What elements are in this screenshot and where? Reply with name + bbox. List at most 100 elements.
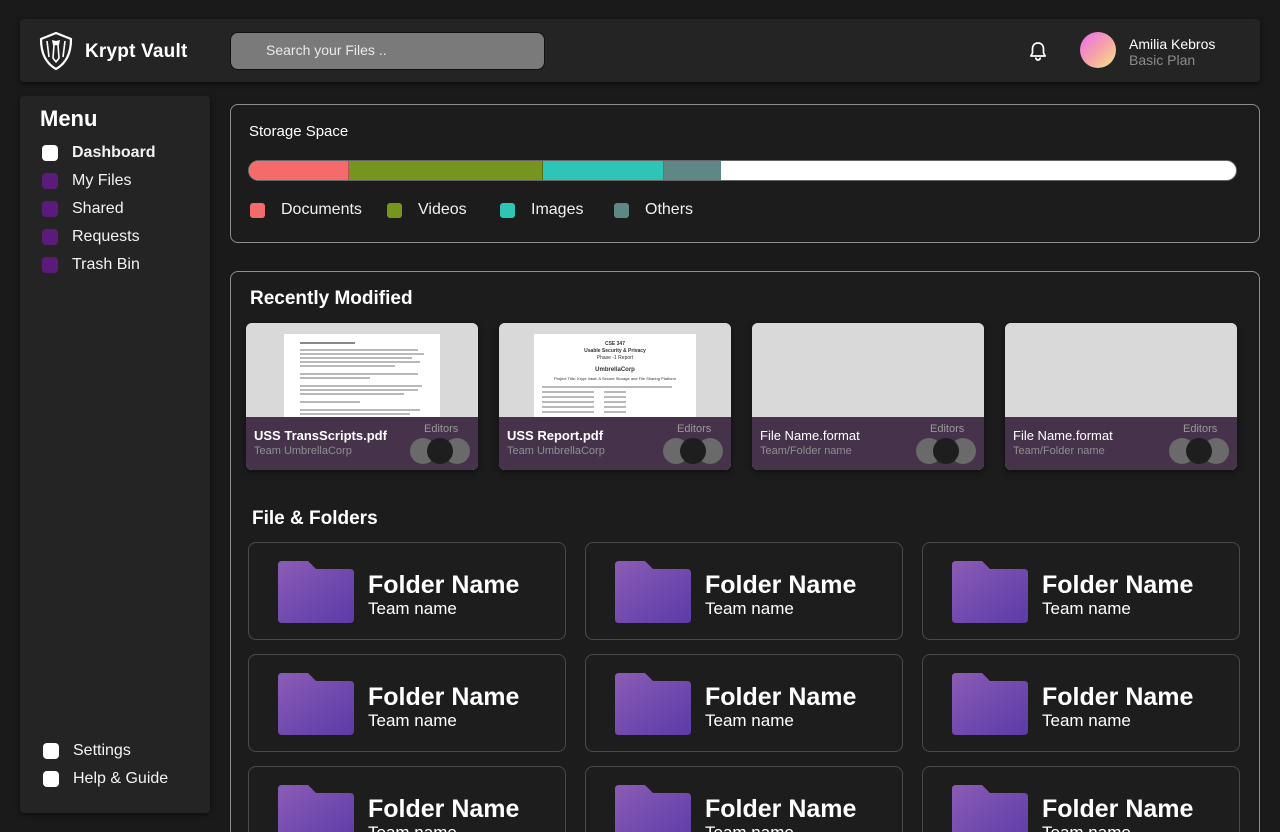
user-avatar[interactable] <box>1080 32 1116 68</box>
file-preview: CSE 347 Usable Security & Privacy Phase … <box>499 323 731 417</box>
sidebar-item-label: Dashboard <box>72 144 156 161</box>
notification-bell-icon[interactable] <box>1027 40 1049 62</box>
folder-name: Folder Name <box>705 683 857 711</box>
folder-name: Folder Name <box>368 795 520 823</box>
file-team: Team UmbrellaCorp <box>507 445 605 457</box>
document-thumbnail: CSE 347 Usable Security & Privacy Phase … <box>534 334 696 417</box>
sidebar-item-requests[interactable]: Requests <box>42 227 140 247</box>
recent-file-card[interactable]: CSE 347 Usable Security & Privacy Phase … <box>499 323 731 470</box>
folder-icon <box>952 561 1028 623</box>
folder-name: Folder Name <box>368 571 520 599</box>
editors-avatars <box>410 438 470 464</box>
legend-images: Images <box>500 200 583 220</box>
editors-label: Editors <box>424 423 459 435</box>
file-team: Team/Folder name <box>1013 445 1105 457</box>
folder-card[interactable]: Folder NameTeam name <box>922 542 1240 640</box>
file-name: USS TransScripts.pdf <box>254 428 387 443</box>
dashboard-icon <box>42 145 58 161</box>
top-bar: Krypt Vault Search your Files .. Amilia … <box>20 19 1260 82</box>
file-team: Team/Folder name <box>760 445 852 457</box>
sidebar: Menu Dashboard My Files Shared Requests … <box>20 96 210 813</box>
menu-title: Menu <box>40 106 98 131</box>
trash-bin-icon <box>42 257 58 273</box>
recent-file-card[interactable]: USS TransScripts.pdf Team UmbrellaCorp E… <box>246 323 478 470</box>
folder-team: Team name <box>1042 711 1131 730</box>
recently-modified-title: Recently Modified <box>250 288 413 309</box>
sidebar-item-label: Shared <box>72 200 124 217</box>
folder-name: Folder Name <box>1042 795 1194 823</box>
editors-label: Editors <box>1183 423 1218 435</box>
file-team: Team UmbrellaCorp <box>254 445 352 457</box>
document-thumbnail <box>284 334 440 417</box>
sidebar-item-label: My Files <box>72 172 132 189</box>
sidebar-item-settings[interactable]: Settings <box>43 741 131 761</box>
editors-avatars <box>1169 438 1229 464</box>
recent-file-card[interactable]: File Name.format Team/Folder name Editor… <box>1005 323 1237 470</box>
sidebar-item-dashboard[interactable]: Dashboard <box>42 143 156 163</box>
user-name[interactable]: Amilia Kebros <box>1129 36 1215 52</box>
main-panel: Recently Modified USS TransScripts.pdf T… <box>230 271 1260 832</box>
editors-avatars <box>916 438 976 464</box>
brand-name: Krypt Vault <box>85 41 188 62</box>
file-preview <box>752 323 984 417</box>
folder-icon <box>278 785 354 832</box>
legend-videos: Videos <box>387 200 467 220</box>
editors-label: Editors <box>930 423 965 435</box>
legend-label: Videos <box>418 201 467 218</box>
folder-card[interactable]: Folder NameTeam name <box>585 542 903 640</box>
file-name: File Name.format <box>1013 428 1113 443</box>
shield-tie-logo-icon <box>39 31 73 71</box>
search-input[interactable]: Search your Files .. <box>230 32 545 70</box>
sidebar-item-label: Settings <box>73 742 131 759</box>
folder-card[interactable]: Folder NameTeam name <box>922 766 1240 832</box>
storage-segment-videos <box>348 161 544 180</box>
folder-icon <box>952 673 1028 735</box>
folder-team: Team name <box>368 599 457 618</box>
folder-team: Team name <box>705 823 794 832</box>
storage-segment-documents <box>249 161 349 180</box>
file-preview <box>1005 323 1237 417</box>
legend-label: Images <box>531 201 584 218</box>
card-footer: USS Report.pdf Team UmbrellaCorp Editors <box>499 417 731 470</box>
file-name: File Name.format <box>760 428 860 443</box>
folder-name: Folder Name <box>705 795 857 823</box>
requests-icon <box>42 229 58 245</box>
folder-name: Folder Name <box>368 683 520 711</box>
folder-card[interactable]: Folder NameTeam name <box>248 654 566 752</box>
folder-team: Team name <box>368 823 457 832</box>
user-plan: Basic Plan <box>1129 52 1196 68</box>
sidebar-item-help-guide[interactable]: Help & Guide <box>43 769 168 789</box>
folder-card[interactable]: Folder NameTeam name <box>585 654 903 752</box>
legend-label: Others <box>645 201 694 218</box>
folder-card[interactable]: Folder NameTeam name <box>922 654 1240 752</box>
folder-team: Team name <box>368 711 457 730</box>
folder-team: Team name <box>1042 823 1131 832</box>
help-icon <box>43 771 59 787</box>
sidebar-item-shared[interactable]: Shared <box>42 199 124 219</box>
legend-swatch <box>387 202 402 218</box>
sidebar-item-trash-bin[interactable]: Trash Bin <box>42 255 140 275</box>
editors-avatars <box>663 438 723 464</box>
folder-card[interactable]: Folder NameTeam name <box>248 542 566 640</box>
legend-swatch <box>250 202 265 218</box>
folder-card[interactable]: Folder NameTeam name <box>585 766 903 832</box>
folder-team: Team name <box>705 711 794 730</box>
folder-icon <box>278 561 354 623</box>
sidebar-item-label: Requests <box>72 228 140 245</box>
card-footer: File Name.format Team/Folder name Editor… <box>752 417 984 470</box>
files-folders-title: File & Folders <box>252 508 378 529</box>
card-footer: File Name.format Team/Folder name Editor… <box>1005 417 1237 470</box>
folder-icon <box>615 561 691 623</box>
storage-panel: Storage Space Documents Videos Images Ot… <box>230 104 1260 243</box>
settings-icon <box>43 743 59 759</box>
storage-segment-images <box>543 161 664 180</box>
folder-team: Team name <box>705 599 794 618</box>
legend-swatch <box>614 202 629 218</box>
legend-documents: Documents <box>250 200 362 220</box>
folder-icon <box>278 673 354 735</box>
storage-usage-bar <box>248 160 1237 181</box>
folder-icon <box>615 785 691 832</box>
recent-file-card[interactable]: File Name.format Team/Folder name Editor… <box>752 323 984 470</box>
sidebar-item-my-files[interactable]: My Files <box>42 171 132 191</box>
folder-card[interactable]: Folder NameTeam name <box>248 766 566 832</box>
